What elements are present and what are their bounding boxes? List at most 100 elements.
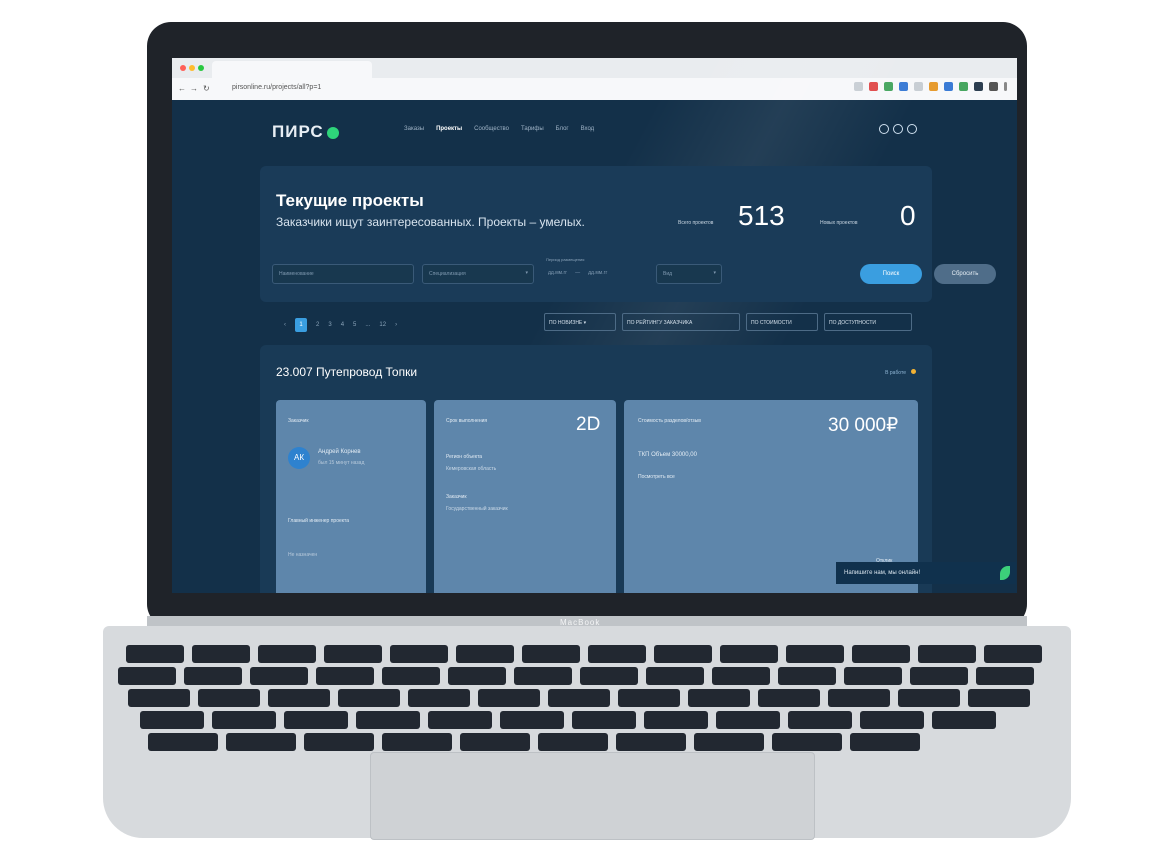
keyboard-key[interactable] [844, 667, 902, 685]
nav-item-community[interactable]: Сообщество [474, 126, 509, 132]
keyboard-key[interactable] [984, 645, 1042, 663]
view-select[interactable]: Вид ▾ [656, 264, 722, 284]
reset-button[interactable]: Сбросить [934, 264, 996, 284]
keyboard-key[interactable] [338, 689, 400, 707]
date-to-input[interactable]: дд.мм.гг [588, 270, 607, 276]
sort-by-access-button[interactable]: ПО ДОСТУПНОСТИ [824, 313, 912, 331]
name-search-input[interactable]: Наименование [272, 264, 414, 284]
keyboard-key[interactable] [968, 689, 1030, 707]
nav-item-projects[interactable]: Проекты [436, 126, 462, 132]
keyboard-key[interactable] [918, 645, 976, 663]
keyboard-key[interactable] [694, 733, 764, 751]
keyboard-key[interactable] [460, 733, 530, 751]
keyboard-key[interactable] [478, 689, 540, 707]
keyboard-key[interactable] [548, 689, 610, 707]
trackpad[interactable] [370, 752, 815, 840]
keyboard-key[interactable] [828, 689, 890, 707]
reload-icon[interactable]: ↻ [203, 84, 210, 93]
close-window-button[interactable] [180, 65, 186, 71]
sort-by-price-button[interactable]: ПО СТОИМОСТИ [746, 313, 818, 331]
sort-by-rating-button[interactable]: ПО РЕЙТИНГУ ЗАКАЗЧИКА [622, 313, 740, 331]
page-button[interactable]: 2 [316, 322, 319, 328]
search-button[interactable]: Поиск [860, 264, 922, 284]
keyboard-key[interactable] [226, 733, 296, 751]
page-button[interactable]: 5 [353, 322, 356, 328]
forward-icon[interactable]: → [190, 84, 198, 93]
keyboard-key[interactable] [522, 645, 580, 663]
keyboard-key[interactable] [910, 667, 968, 685]
keyboard-key[interactable] [148, 733, 218, 751]
keyboard-key[interactable] [850, 733, 920, 751]
keyboard-key[interactable] [514, 667, 572, 685]
keyboard-key[interactable] [268, 689, 330, 707]
keyboard-key[interactable] [788, 711, 852, 729]
nav-item-tariffs[interactable]: Тарифы [521, 126, 544, 132]
nav-item-orders[interactable]: Заказы [404, 126, 424, 132]
keyboard-key[interactable] [688, 689, 750, 707]
keyboard-key[interactable] [198, 689, 260, 707]
keyboard-key[interactable] [382, 667, 440, 685]
messages-icon[interactable] [893, 124, 903, 134]
page-button[interactable]: 3 [328, 322, 331, 328]
keyboard-key[interactable] [932, 711, 996, 729]
extension-icon[interactable] [899, 82, 908, 91]
keyboard-key[interactable] [772, 733, 842, 751]
keyboard-key[interactable] [646, 667, 704, 685]
keyboard-key[interactable] [654, 645, 712, 663]
keyboard-key[interactable] [258, 645, 316, 663]
page-button[interactable]: 12 [379, 322, 386, 328]
keyboard-key[interactable] [390, 645, 448, 663]
keyboard-key[interactable] [618, 689, 680, 707]
keyboard-key[interactable] [140, 711, 204, 729]
keyboard-key[interactable] [616, 733, 686, 751]
extension-icon[interactable] [989, 82, 998, 91]
extension-icon[interactable] [929, 82, 938, 91]
project-card[interactable]: 23.007 Путепровод Топки В работе Заказчи… [260, 345, 932, 593]
keyboard-key[interactable] [408, 689, 470, 707]
minimize-window-button[interactable] [189, 65, 195, 71]
project-title[interactable]: 23.007 Путепровод Топки [276, 365, 417, 379]
extension-icon[interactable] [854, 82, 863, 91]
keyboard-key[interactable] [852, 645, 910, 663]
keyboard-key[interactable] [118, 667, 176, 685]
extension-icon[interactable] [944, 82, 953, 91]
keyboard-key[interactable] [976, 667, 1034, 685]
keyboard-key[interactable] [456, 645, 514, 663]
sort-by-new-button[interactable]: ПО НОВИЗНЕ ▾ [544, 313, 616, 331]
keyboard-key[interactable] [588, 645, 646, 663]
keyboard-key[interactable] [572, 711, 636, 729]
keyboard-key[interactable] [580, 667, 638, 685]
keyboard-key[interactable] [316, 667, 374, 685]
keyboard-key[interactable] [356, 711, 420, 729]
keyboard-key[interactable] [428, 711, 492, 729]
keyboard-key[interactable] [786, 645, 844, 663]
extension-icon[interactable] [869, 82, 878, 91]
maximize-window-button[interactable] [198, 65, 204, 71]
nav-item-blog[interactable]: Блог [556, 126, 569, 132]
keyboard-key[interactable] [500, 711, 564, 729]
keyboard-key[interactable] [304, 733, 374, 751]
keyboard-key[interactable] [538, 733, 608, 751]
extension-icon[interactable] [974, 82, 983, 91]
page-button-active[interactable]: 1 [295, 318, 307, 332]
notifications-icon[interactable] [879, 124, 889, 134]
extension-icon[interactable] [914, 82, 923, 91]
date-from-input[interactable]: дд.мм.гг [548, 270, 567, 276]
keyboard-key[interactable] [128, 689, 190, 707]
keyboard-key[interactable] [448, 667, 506, 685]
prev-page-button[interactable]: ‹ [284, 322, 286, 328]
keyboard-key[interactable] [212, 711, 276, 729]
keyboard-key[interactable] [192, 645, 250, 663]
keyboard-key[interactable] [712, 667, 770, 685]
keyboard-key[interactable] [778, 667, 836, 685]
site-logo[interactable]: ПИРС [272, 122, 339, 142]
nav-item-login[interactable]: Вход [581, 126, 595, 132]
section-select[interactable]: Специализация ▾ [422, 264, 534, 284]
keyboard-key[interactable] [184, 667, 242, 685]
keyboard-key[interactable] [382, 733, 452, 751]
date-range-field[interactable]: дд.мм.гг — дд.мм.гг [542, 264, 652, 284]
customer-avatar[interactable]: АК [288, 447, 310, 469]
keyboard-key[interactable] [758, 689, 820, 707]
extension-icon[interactable] [959, 82, 968, 91]
browser-tab[interactable] [212, 61, 372, 78]
